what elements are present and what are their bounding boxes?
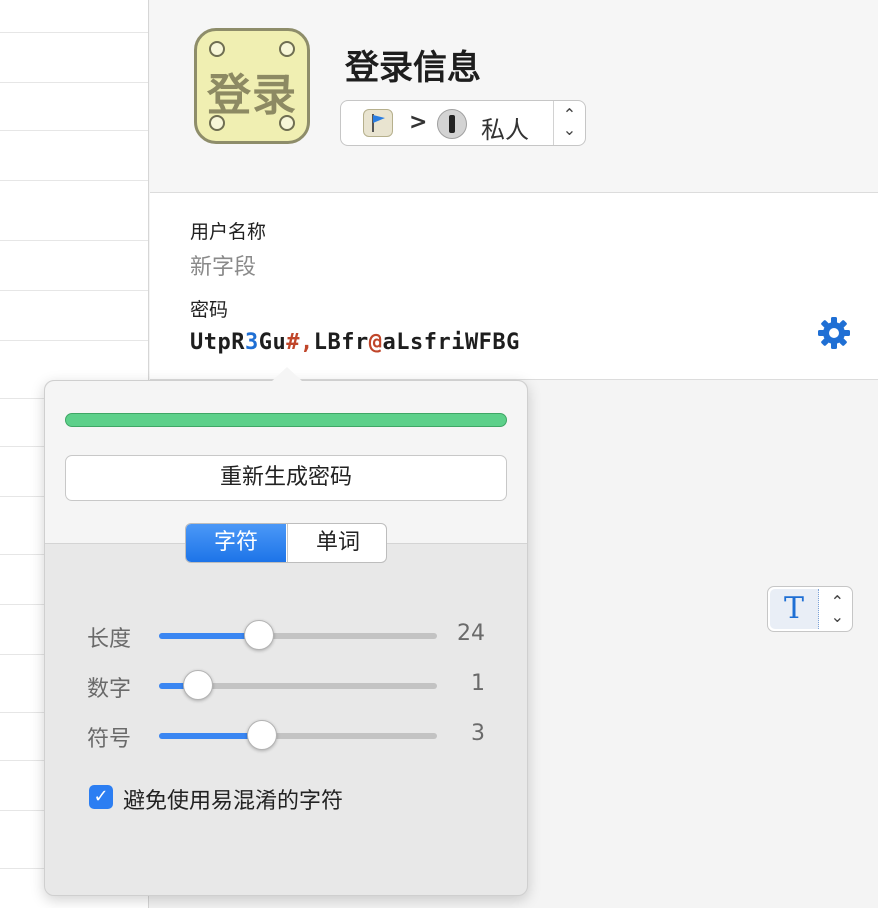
- login-item-icon[interactable]: 登录: [194, 28, 310, 144]
- length-value: 24: [457, 621, 485, 646]
- symbols-label: 符号: [87, 727, 132, 752]
- list-divider: [0, 290, 148, 291]
- password-segment: UtpR: [190, 330, 245, 355]
- vault-selector[interactable]: > 私人 ⌃ ⌄: [340, 100, 586, 146]
- breadcrumb-separator: >: [409, 110, 428, 135]
- regenerate-password-button[interactable]: 重新生成密码: [65, 455, 507, 501]
- password-segment: LBfr: [313, 330, 369, 355]
- length-slider[interactable]: [159, 620, 437, 650]
- chevron-updown-icon[interactable]: ⌃ ⌄: [553, 101, 585, 145]
- password-segment: 3: [244, 330, 259, 355]
- icon-hole: [279, 41, 295, 57]
- slider-knob[interactable]: [244, 620, 275, 650]
- length-label: 长度: [87, 627, 132, 652]
- chevron-updown-icon[interactable]: ⌃ ⌄: [831, 594, 844, 625]
- symbols-slider[interactable]: [159, 720, 437, 750]
- digits-slider[interactable]: [159, 670, 437, 700]
- text-format-icon: T: [770, 589, 819, 629]
- vault-icon: [437, 109, 467, 139]
- list-divider: [0, 340, 148, 341]
- password-segment: Gu: [258, 330, 287, 355]
- password-label: 密码: [190, 299, 229, 321]
- slider-knob[interactable]: [246, 720, 277, 750]
- generator-mode-control[interactable]: 字符 单词: [185, 523, 387, 563]
- symbols-value: 3: [471, 721, 485, 746]
- slider-knob[interactable]: [182, 670, 213, 700]
- digits-label: 数字: [87, 677, 132, 702]
- username-label: 用户名称: [190, 221, 267, 243]
- checkmark-icon: ✓: [93, 786, 109, 807]
- item-header: 登录 登录信息 > 私人 ⌃ ⌄: [150, 0, 878, 193]
- mode-words[interactable]: 单词: [287, 524, 386, 562]
- icon-hole: [209, 41, 225, 57]
- vault-name: 私人: [481, 116, 529, 144]
- gear-icon[interactable]: [816, 315, 852, 351]
- text-format-button[interactable]: T ⌃ ⌄: [767, 586, 853, 632]
- item-fields: 用户名称 新字段 密码 UtpR3Gu#,LBfr@aLsfriWFBG: [150, 193, 878, 380]
- username-field[interactable]: 新字段: [190, 249, 256, 281]
- list-divider: [0, 32, 148, 33]
- password-field[interactable]: UtpR3Gu#,LBfr@aLsfriWFBG: [190, 330, 520, 355]
- icon-label: 登录: [207, 70, 297, 121]
- mode-characters[interactable]: 字符: [186, 524, 286, 562]
- digits-value: 1: [471, 671, 485, 696]
- popover-arrow: [271, 367, 303, 382]
- list-divider: [0, 130, 148, 131]
- password-segment: @: [368, 330, 383, 355]
- list-divider: [0, 180, 148, 181]
- list-divider: [0, 82, 148, 83]
- item-title[interactable]: 登录信息: [345, 40, 481, 89]
- password-strength-meter: [65, 413, 507, 427]
- avoid-ambiguous-checkbox[interactable]: ✓: [89, 785, 113, 809]
- avoid-ambiguous-label: 避免使用易混淆的字符: [123, 789, 344, 814]
- password-segment: aLsfriWFBG: [382, 330, 520, 355]
- list-divider: [0, 240, 148, 241]
- password-segment: #,: [286, 330, 314, 355]
- flag-icon: [363, 109, 393, 137]
- password-generator-popover: 重新生成密码 字符 单词 长度 24 数字 1 符号 3 ✓ 避免使用易混淆的字…: [44, 367, 528, 896]
